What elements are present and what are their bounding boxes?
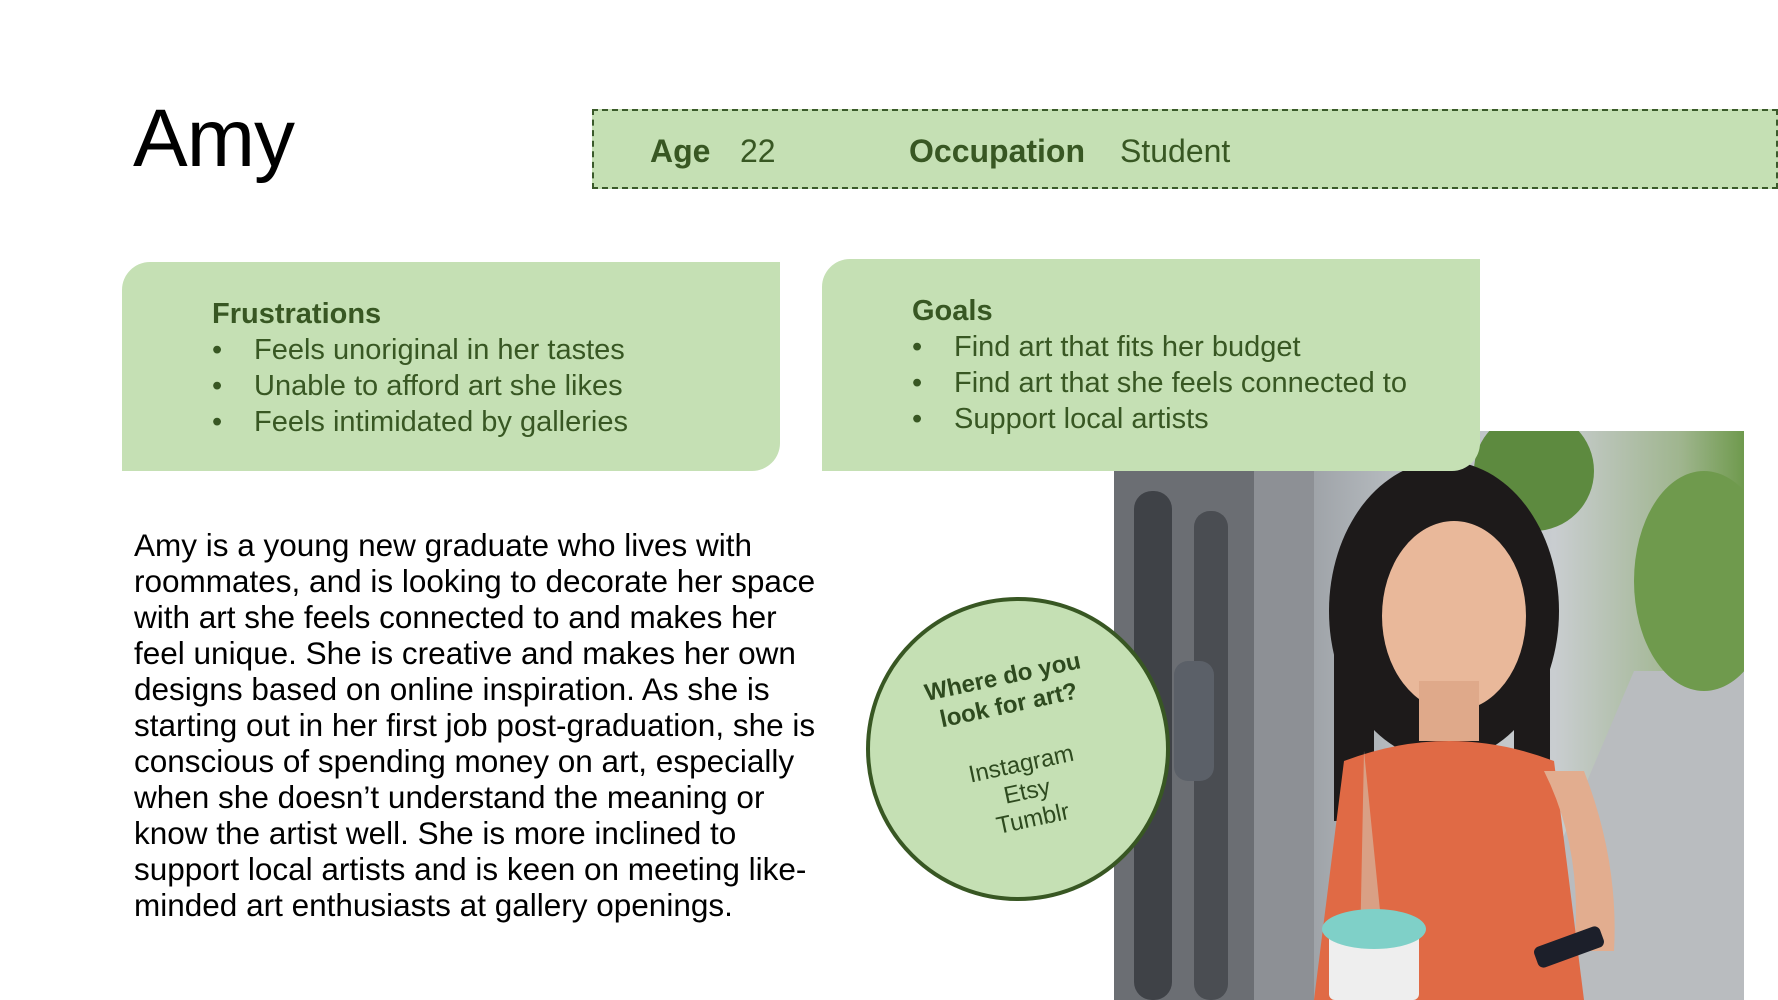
occupation-label: Occupation [909,133,1086,169]
list-item: • Feels intimidated by galleries [212,406,628,438]
persona-photo-illustration [1114,431,1744,1000]
age-label: Age [650,133,711,169]
frustrations-title: Frustrations [212,298,382,330]
list-item: • Feels unoriginal in her tastes [212,334,625,366]
goals-card: Goals • Find art that fits her budget • Fi… [822,259,1480,471]
bullet: • [912,331,923,363]
list-item: • Unable to afford art she likes [212,370,623,402]
bubble-question: Where do you look for art? [922,647,1084,734]
persona-bio: Amy is a young new graduate who lives wi… [134,527,816,923]
bullet: • [212,334,223,366]
bullet: • [912,403,923,435]
age-value: 22 [740,133,776,169]
persona-photo [1114,431,1744,1000]
frustrations-card: Frustrations • Feels unoriginal in her ta… [122,262,780,471]
persona-info-bar: Age 22 Occupation Student [592,109,1778,189]
persona-name: Amy [133,93,295,184]
goals-title: Goals [912,295,993,327]
frustrations-list: • Feels unoriginal in her tastes • Unable … [212,332,628,440]
bullet: • [912,367,923,399]
bubble-sources: Instagram Etsy Tumblr [893,724,1161,859]
list-item: • Find art that she feels connected to [912,367,1407,399]
bullet: • [212,370,223,402]
occupation-value: Student [1120,133,1231,169]
list-item: • Support local artists [912,403,1209,435]
list-item: • Find art that fits her budget [912,331,1301,363]
bullet: • [212,406,223,438]
goals-list: • Find art that fits her budget • Find art… [912,329,1407,437]
art-sources-bubble: Where do you look for art? Instagram Ets… [866,597,1170,901]
